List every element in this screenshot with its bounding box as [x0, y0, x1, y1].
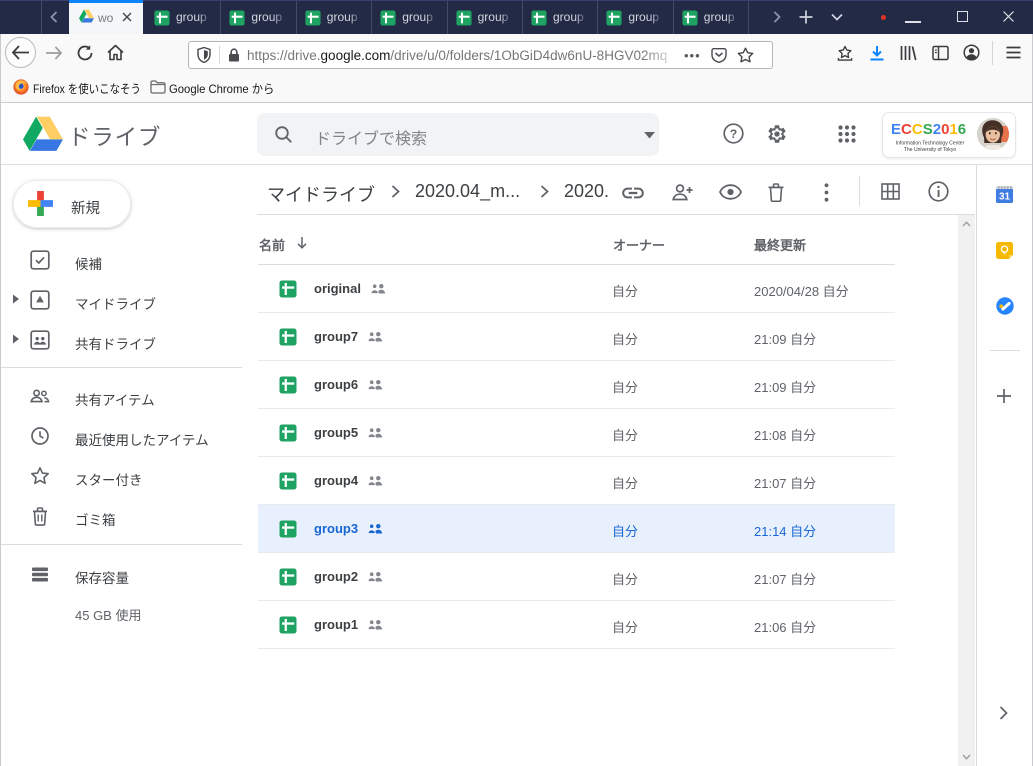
svg-text:31: 31 — [999, 192, 1011, 203]
svg-text:?: ? — [730, 127, 737, 141]
